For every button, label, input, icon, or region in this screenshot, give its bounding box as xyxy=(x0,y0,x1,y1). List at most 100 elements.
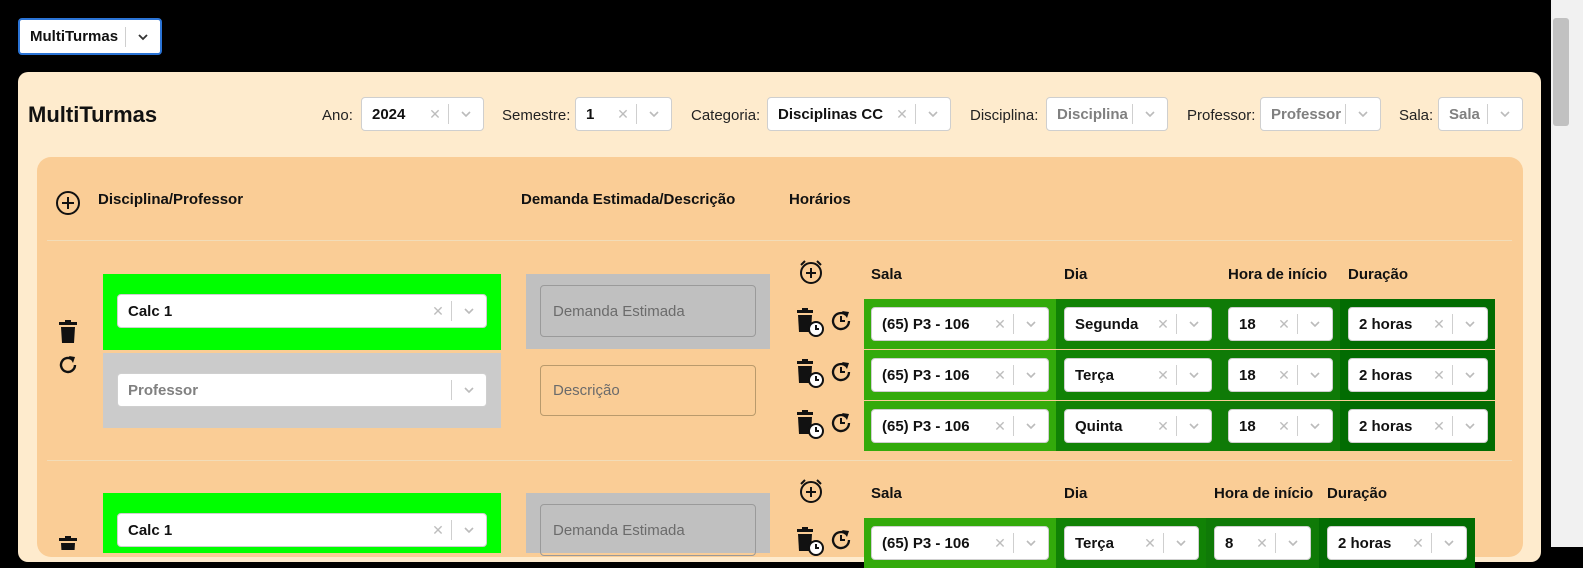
filter-sala-placeholder: Sala xyxy=(1449,105,1480,123)
schedule-header-sala: Sala xyxy=(871,485,902,502)
filter-categoria-select[interactable]: Disciplinas CC ✕ xyxy=(767,97,951,131)
clear-icon[interactable]: ✕ xyxy=(1426,316,1452,333)
view-select[interactable]: MultiTurmas xyxy=(18,18,162,55)
clear-icon[interactable]: ✕ xyxy=(987,316,1013,333)
chevron-down-icon xyxy=(1488,107,1522,121)
demanda-input[interactable] xyxy=(540,285,756,337)
chevron-down-icon xyxy=(1298,317,1332,331)
clear-icon[interactable]: ✕ xyxy=(987,535,1013,552)
alarm-plus-icon xyxy=(800,260,822,284)
clear-icon[interactable]: ✕ xyxy=(1426,418,1452,435)
chevron-down-icon xyxy=(1014,368,1048,382)
horario-duracao-select[interactable]: 2 horas ✕ xyxy=(1348,358,1488,392)
clear-icon[interactable]: ✕ xyxy=(1271,418,1297,435)
horario-sala-select[interactable]: (65) P3 - 106 ✕ xyxy=(871,307,1049,341)
view-select-value: MultiTurmas xyxy=(30,28,119,45)
horario-sala-value: (65) P3 - 106 xyxy=(882,417,970,435)
horario-hora-select[interactable]: 18 ✕ xyxy=(1228,358,1333,392)
chevron-down-icon xyxy=(637,107,671,121)
horario-dia-value: Terça xyxy=(1075,534,1114,552)
clear-icon[interactable]: ✕ xyxy=(1150,418,1176,435)
clear-icon[interactable]: ✕ xyxy=(987,367,1013,384)
clear-icon[interactable]: ✕ xyxy=(1137,535,1163,552)
horario-sala-select[interactable]: (65) P3 - 106 ✕ xyxy=(871,358,1049,392)
disciplina-value: Calc 1 xyxy=(128,521,173,539)
clear-icon[interactable]: ✕ xyxy=(1150,367,1176,384)
clear-icon[interactable]: ✕ xyxy=(422,106,448,123)
horario-duracao-select[interactable]: 2 horas ✕ xyxy=(1327,526,1467,560)
descricao-input[interactable] xyxy=(540,365,756,416)
clear-icon[interactable]: ✕ xyxy=(1405,535,1431,552)
chevron-down-icon xyxy=(1432,536,1466,550)
reset-turma-button[interactable] xyxy=(55,352,81,378)
reset-horario-button[interactable] xyxy=(828,410,854,436)
clear-icon[interactable]: ✕ xyxy=(1271,367,1297,384)
filter-disciplina-select[interactable]: Disciplina xyxy=(1046,97,1168,131)
horario-hora-value: 18 xyxy=(1239,366,1256,384)
clear-icon[interactable]: ✕ xyxy=(1249,535,1275,552)
divider xyxy=(47,460,1512,461)
horario-duracao-select[interactable]: 2 horas ✕ xyxy=(1348,409,1488,443)
horario-dia-select[interactable]: Terça ✕ xyxy=(1064,526,1199,560)
horario-hora-select[interactable]: 8 ✕ xyxy=(1214,526,1311,560)
page-title: MultiTurmas xyxy=(28,102,158,127)
horario-sala-select[interactable]: (65) P3 - 106 ✕ xyxy=(871,409,1049,443)
filter-sala-select[interactable]: Sala xyxy=(1438,97,1523,131)
reset-horario-button[interactable] xyxy=(828,308,854,334)
chevron-down-icon xyxy=(449,107,483,121)
horario-hora-select[interactable]: 18 ✕ xyxy=(1228,409,1333,443)
divider xyxy=(47,240,1512,241)
delete-horario-button[interactable] xyxy=(795,526,825,556)
disciplina-select[interactable]: Calc 1 ✕ xyxy=(117,294,487,328)
chevron-down-icon xyxy=(126,30,160,44)
add-horario-button[interactable] xyxy=(797,258,825,286)
clear-icon[interactable]: ✕ xyxy=(1271,316,1297,333)
trash-icon xyxy=(59,536,77,550)
clear-icon[interactable]: ✕ xyxy=(889,106,915,123)
delete-horario-button[interactable] xyxy=(795,307,825,337)
filter-ano-label: Ano: xyxy=(322,107,353,124)
column-horarios: Horários xyxy=(789,191,851,208)
clear-icon[interactable]: ✕ xyxy=(610,106,636,123)
column-disciplina-professor: Disciplina/Professor xyxy=(98,191,244,208)
horario-duracao-value: 2 horas xyxy=(1359,366,1413,384)
horario-dia-select[interactable]: Terça ✕ xyxy=(1064,358,1212,392)
horario-sala-value: (65) P3 - 106 xyxy=(882,534,970,552)
clear-icon[interactable]: ✕ xyxy=(425,522,451,539)
chevron-down-icon xyxy=(452,523,486,537)
filter-semestre-select[interactable]: 1 ✕ xyxy=(575,97,672,131)
horario-hora-select[interactable]: 18 ✕ xyxy=(1228,307,1333,341)
clear-icon[interactable]: ✕ xyxy=(425,303,451,320)
clear-icon[interactable]: ✕ xyxy=(1426,367,1452,384)
alarm-plus-icon xyxy=(800,479,822,503)
chevron-down-icon xyxy=(1453,317,1487,331)
horario-duracao-value: 2 horas xyxy=(1359,315,1413,333)
disciplina-select[interactable]: Calc 1 ✕ xyxy=(117,513,487,547)
reset-horario-button[interactable] xyxy=(828,359,854,385)
horario-sala-value: (65) P3 - 106 xyxy=(882,315,970,333)
trash-clock-icon xyxy=(797,527,824,556)
clear-icon[interactable]: ✕ xyxy=(1150,316,1176,333)
scrollbar-thumb[interactable] xyxy=(1553,18,1569,126)
plus-circle-icon xyxy=(56,191,80,215)
schedule-header-duracao: Duração xyxy=(1348,266,1409,283)
filter-professor-select[interactable]: Professor xyxy=(1260,97,1381,131)
delete-turma-button[interactable] xyxy=(56,318,80,346)
filter-categoria-label: Categoria: xyxy=(691,107,761,124)
reset-horario-button[interactable] xyxy=(828,527,854,553)
clear-icon[interactable]: ✕ xyxy=(987,418,1013,435)
chevron-down-icon xyxy=(452,304,486,318)
filter-disciplina-label: Disciplina: xyxy=(970,107,1039,124)
filter-ano-select[interactable]: 2024 ✕ xyxy=(361,97,484,131)
add-horario-button[interactable] xyxy=(797,477,825,505)
horario-dia-select[interactable]: Quinta ✕ xyxy=(1064,409,1212,443)
delete-horario-button[interactable] xyxy=(795,409,825,439)
horario-duracao-select[interactable]: 2 horas ✕ xyxy=(1348,307,1488,341)
horario-sala-select[interactable]: (65) P3 - 106 ✕ xyxy=(871,526,1049,560)
demanda-input[interactable] xyxy=(540,504,756,556)
add-turma-button[interactable] xyxy=(54,189,82,217)
delete-turma-button[interactable] xyxy=(56,536,80,550)
delete-horario-button[interactable] xyxy=(795,358,825,388)
horario-dia-select[interactable]: Segunda ✕ xyxy=(1064,307,1212,341)
professor-select[interactable]: Professor xyxy=(117,373,487,407)
